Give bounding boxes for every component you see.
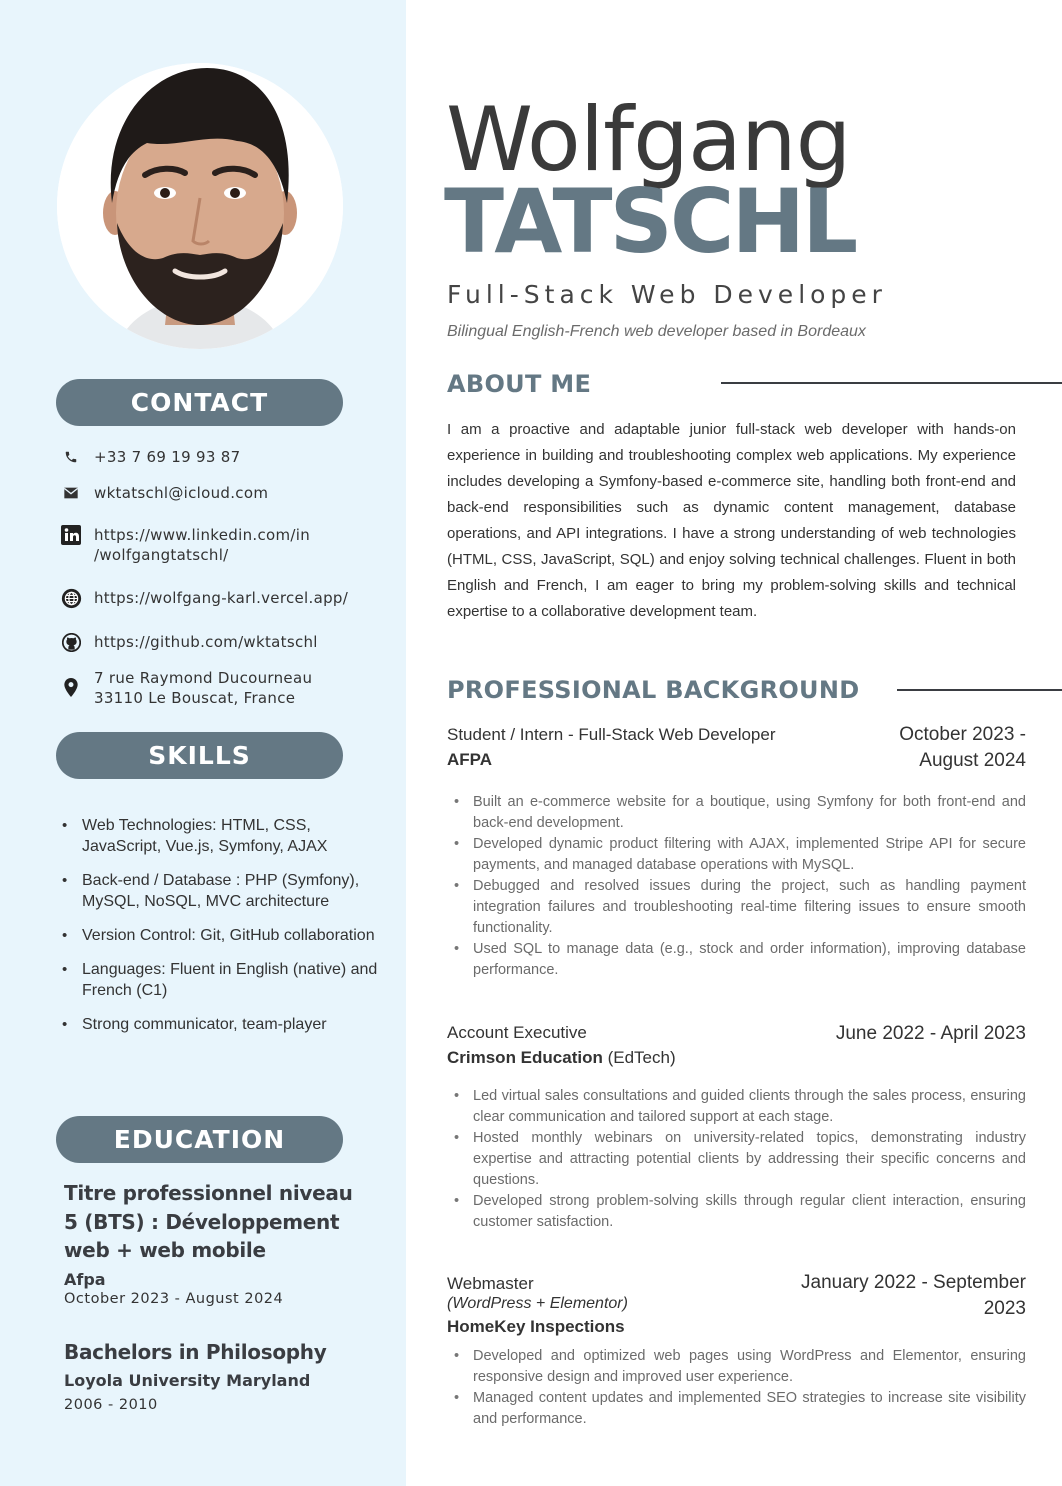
job-dates: October 2023 - August 2024 bbox=[899, 722, 1026, 774]
skill-item: Languages: Fluent in English (native) an… bbox=[60, 959, 390, 1001]
education-degree: Bachelors in Philosophy bbox=[64, 1340, 327, 1364]
job-dates: June 2022 - April 2023 bbox=[835, 1023, 1026, 1044]
job-subtitle: (WordPress + Elementor) bbox=[447, 1295, 628, 1312]
skill-item: Back-end / Database : PHP (Symfony), MyS… bbox=[60, 870, 390, 912]
contact-email[interactable]: wktatschl@icloud.com bbox=[60, 483, 268, 504]
education-dates: 2006 - 2010 bbox=[64, 1397, 158, 1413]
about-text: I am a proactive and adaptable junior fu… bbox=[447, 421, 1016, 620]
job-bullet: Developed and optimized web pages using … bbox=[452, 1346, 1026, 1388]
section-divider bbox=[897, 689, 1062, 691]
job-role: Webmaster bbox=[447, 1274, 534, 1293]
contact-website[interactable]: https://wolfgang-karl.vercel.app/ bbox=[60, 588, 348, 609]
job-bullet: Hosted monthly webinars on university-re… bbox=[452, 1128, 1026, 1191]
github-icon bbox=[60, 631, 82, 653]
contact-phone: +33 7 69 19 93 87 bbox=[60, 447, 241, 468]
location-pin-icon bbox=[60, 676, 82, 698]
background-heading: PROFESSIONAL BACKGROUND bbox=[447, 676, 860, 704]
last-name: TATSCHL bbox=[444, 170, 858, 273]
about-heading: ABOUT ME bbox=[447, 370, 592, 398]
linkedin-icon bbox=[60, 524, 82, 546]
profile-photo-image bbox=[57, 63, 343, 349]
contact-linkedin[interactable]: https://www.linkedin.com/in /wolfgangtat… bbox=[60, 525, 310, 565]
section-divider bbox=[721, 382, 1062, 384]
job-title: Full-Stack Web Developer bbox=[447, 280, 887, 309]
address-line2: 33110 Le Bouscat, France bbox=[94, 689, 296, 707]
job-bullet: Managed content updates and implemented … bbox=[452, 1388, 1026, 1430]
education-school: Loyola University Maryland bbox=[64, 1371, 311, 1390]
linkedin-url-line2: /wolfgangtatschl/ bbox=[94, 546, 229, 564]
job-bullet: Built an e-commerce website for a boutiq… bbox=[452, 792, 1026, 834]
mail-icon bbox=[60, 482, 82, 504]
sidebar: CONTACT +33 7 69 19 93 87 wktatschl@iclo… bbox=[0, 0, 406, 1486]
tagline: Bilingual English-French web developer b… bbox=[447, 323, 866, 340]
job-company-name: Crimson Education bbox=[447, 1048, 603, 1067]
address-line1: 7 rue Raymond Ducourneau bbox=[94, 669, 313, 687]
job-role: Account Executive bbox=[447, 1023, 587, 1042]
skills-list: Web Technologies: HTML, CSS, JavaScript,… bbox=[60, 815, 390, 1048]
job-company: AFPA bbox=[447, 750, 493, 769]
job-company: HomeKey Inspections bbox=[447, 1317, 625, 1336]
contact-github[interactable]: https://github.com/wktatschl bbox=[60, 632, 318, 653]
email-address[interactable]: wktatschl@icloud.com bbox=[94, 483, 268, 503]
job-company: Crimson Education (EdTech) bbox=[447, 1048, 676, 1068]
education-dates: October 2023 - August 2024 bbox=[64, 1291, 284, 1307]
job-bullets: Built an e-commerce website for a boutiq… bbox=[452, 792, 1026, 981]
job-bullet: Used SQL to manage data (e.g., stock and… bbox=[452, 939, 1026, 981]
job-role: Student / Intern - Full-Stack Web Develo… bbox=[447, 725, 776, 744]
education-degree: Titre professionnel niveau 5 (BTS) : Dév… bbox=[64, 1181, 353, 1262]
education-school: Afpa bbox=[64, 1270, 106, 1289]
website-url[interactable]: https://wolfgang-karl.vercel.app/ bbox=[94, 588, 348, 608]
job-dates: January 2022 - September 2023 bbox=[801, 1270, 1026, 1322]
github-url[interactable]: https://github.com/wktatschl bbox=[94, 632, 318, 652]
job-bullets: Led virtual sales consultations and guid… bbox=[452, 1086, 1026, 1233]
linkedin-url-line1: https://www.linkedin.com/in bbox=[94, 526, 311, 544]
job-dates-line1: October 2023 - bbox=[899, 724, 1026, 745]
main-content: Wolfgang TATSCHL Full-Stack Web Develope… bbox=[406, 0, 1062, 1486]
contact-address: 7 rue Raymond Ducourneau 33110 Le Bousca… bbox=[60, 668, 312, 708]
job-bullet: Led virtual sales consultations and guid… bbox=[452, 1086, 1026, 1128]
job-dates-line1: January 2022 - September bbox=[801, 1272, 1026, 1293]
skill-item: Web Technologies: HTML, CSS, JavaScript,… bbox=[60, 815, 390, 857]
contact-heading: CONTACT bbox=[56, 379, 343, 426]
job-dates-line2: August 2024 bbox=[919, 750, 1026, 771]
linkedin-url[interactable]: https://www.linkedin.com/in /wolfgangtat… bbox=[94, 525, 310, 565]
job-dates-line2: 2023 bbox=[983, 1298, 1026, 1319]
education-heading: EDUCATION bbox=[56, 1116, 343, 1163]
job-bullets: Developed and optimized web pages using … bbox=[452, 1346, 1026, 1430]
phone-icon bbox=[60, 446, 82, 468]
address: 7 rue Raymond Ducourneau 33110 Le Bousca… bbox=[94, 668, 312, 708]
profile-photo bbox=[57, 63, 343, 349]
job-bullet: Developed dynamic product filtering with… bbox=[452, 834, 1026, 876]
skill-item: Strong communicator, team-player bbox=[60, 1014, 390, 1035]
phone-number: +33 7 69 19 93 87 bbox=[94, 448, 241, 466]
job-bullet: Debugged and resolved issues during the … bbox=[452, 876, 1026, 939]
skill-item: Version Control: Git, GitHub collaborati… bbox=[60, 925, 390, 946]
job-bullet: Developed strong problem-solving skills … bbox=[452, 1191, 1026, 1233]
job-company-note: (EdTech) bbox=[602, 1048, 676, 1067]
globe-icon bbox=[60, 587, 82, 609]
skills-heading: SKILLS bbox=[56, 732, 343, 779]
